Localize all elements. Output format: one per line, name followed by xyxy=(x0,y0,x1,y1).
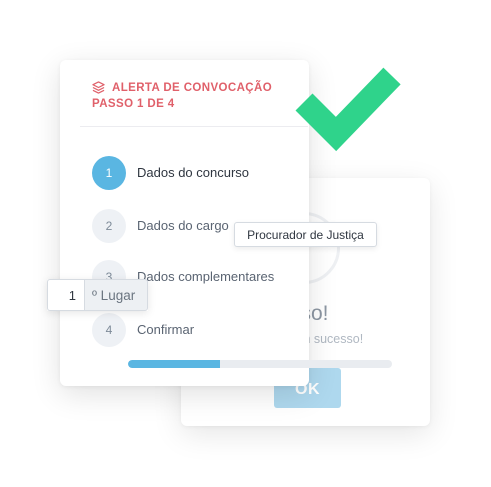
placement-field: º Lugar xyxy=(47,279,149,311)
header-divider xyxy=(80,126,308,127)
step-number: 2 xyxy=(92,209,126,243)
cargo-tooltip: Procurador de Justiça xyxy=(234,222,377,247)
placement-input[interactable] xyxy=(47,279,84,311)
step-label: Confirmar xyxy=(137,322,195,337)
progress-fill xyxy=(128,360,221,368)
step-label: Dados do cargo xyxy=(137,218,229,233)
checkmark-icon xyxy=(295,67,401,152)
wizard-progress-bar xyxy=(128,360,392,368)
step-label: Dados do concurso xyxy=(137,165,250,180)
step-number: 4 xyxy=(92,313,126,347)
step-label: Dados complementares xyxy=(137,269,275,284)
wizard-title: ALERTA DE CONVOCAÇÃO xyxy=(112,82,273,94)
step-number: 1 xyxy=(92,156,126,190)
layers-icon xyxy=(92,81,105,94)
placement-suffix: º Lugar xyxy=(84,279,149,311)
step-indicator: PASSO 1 DE 4 xyxy=(92,98,175,110)
